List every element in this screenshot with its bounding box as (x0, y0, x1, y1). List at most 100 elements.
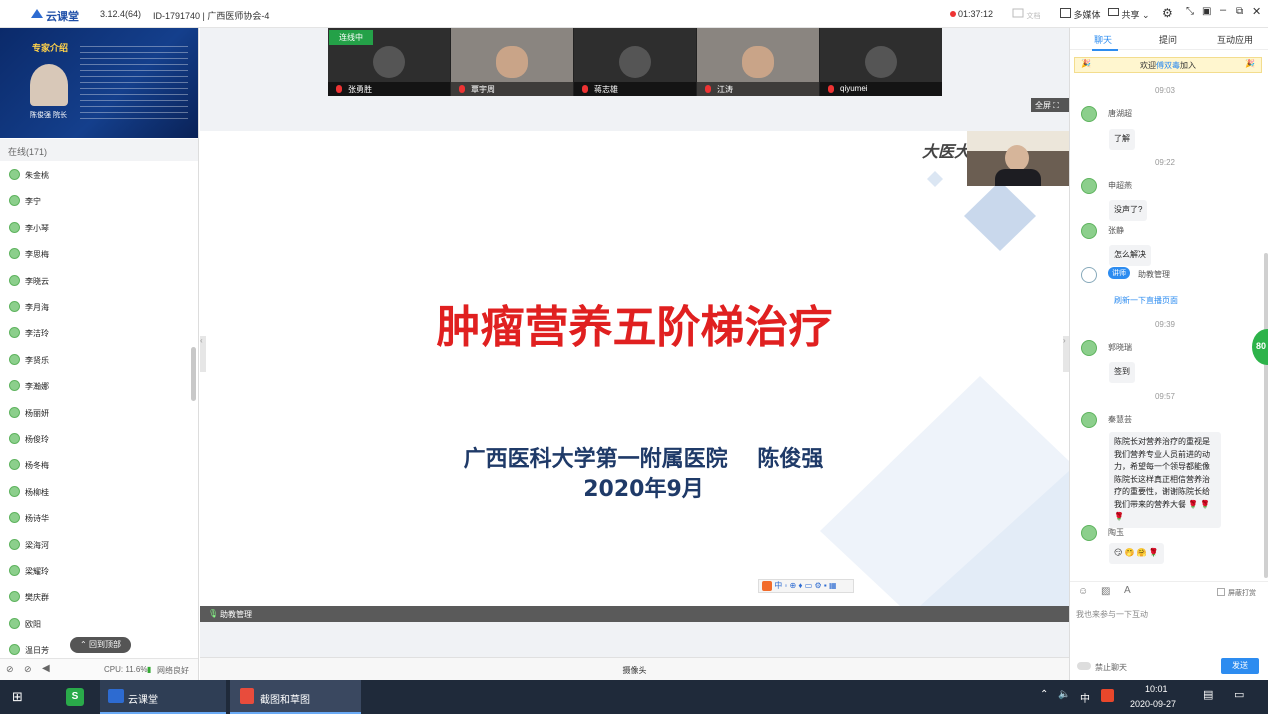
user-name: 李宁 (25, 197, 41, 207)
welcome-suffix: 加入 (1180, 61, 1196, 70)
online-user-item[interactable]: 朱金桃 (0, 163, 190, 189)
windows-start-icon[interactable]: ⊞ (12, 689, 23, 705)
slide-date: 2020年9月 (583, 477, 704, 502)
participant-video-tile[interactable]: 江涛 (697, 28, 819, 96)
shrink-icon[interactable]: ⤡ (1186, 6, 1194, 17)
send-button[interactable]: 发送 (1221, 658, 1259, 674)
online-user-item[interactable]: 李贤乐 (0, 348, 190, 374)
online-user-item[interactable]: 李月海 (0, 295, 190, 321)
slide-decor (820, 171, 1069, 606)
online-user-item[interactable]: 李宁 (0, 189, 190, 215)
user-name: 杨丽妍 (25, 408, 49, 418)
chat-sender-name: 申超燕 (1108, 181, 1132, 190)
chat-scrollbar[interactable] (1264, 253, 1268, 578)
mic-off-icon[interactable]: ⊘ (6, 664, 14, 675)
online-user-item[interactable]: 梁耀玲 (0, 559, 190, 585)
action-center-icon[interactable]: ▭ (1234, 688, 1244, 701)
mic-muted-icon (336, 85, 342, 93)
participant-video (496, 46, 528, 78)
online-user-item[interactable]: 梁海河 (0, 533, 190, 559)
chat-tab[interactable]: 互动应用 (1217, 33, 1253, 46)
close-icon[interactable]: ✕ (1252, 5, 1261, 18)
chat-avatar-icon (1081, 412, 1097, 428)
ban-chat-toggle[interactable] (1077, 662, 1091, 670)
gear-icon[interactable]: ⚙ (1162, 6, 1173, 20)
volume-icon[interactable]: 🔈 (1058, 689, 1070, 700)
online-user-item[interactable]: 李瀚娜 (0, 374, 190, 400)
online-user-item[interactable]: 杨柳桂 (0, 480, 190, 506)
user-placeholder-icon (865, 46, 897, 78)
version-label: 3.12.4(64) (100, 9, 142, 19)
participant-name: qiyumei (820, 82, 942, 96)
emoji-icon[interactable]: ☺ (1078, 586, 1088, 597)
arrow-up-icon: ⌃ (80, 640, 87, 649)
wps-icon[interactable]: S (66, 688, 84, 706)
snip-icon (240, 688, 254, 704)
pip-icon[interactable]: ▣ (1202, 6, 1211, 17)
fullscreen-button[interactable]: 全屏 ⛶ (1031, 98, 1069, 112)
user-list-scrollbar[interactable] (191, 347, 196, 401)
chat-avatar-icon (1081, 340, 1097, 356)
shield-checkbox[interactable] (1217, 588, 1225, 596)
chat-message-bubble: 了解 (1109, 129, 1135, 150)
online-user-item[interactable]: 李洁玲 (0, 321, 190, 347)
chat-panel: 聊天 提问 互动应用 🎉 欢迎傅双毒加入 🎉 09:03 唐湖超 了解 09:22 申超燕没… (1069, 28, 1268, 680)
image-icon[interactable]: ▨ (1101, 586, 1110, 597)
yunketang-icon (108, 689, 124, 703)
back-to-top-button[interactable]: ⌃ 回到顶部 (70, 637, 131, 653)
font-icon[interactable]: A (1124, 585, 1131, 596)
shield-label: 屏蔽打赏 (1228, 590, 1256, 597)
online-user-item[interactable]: 李思梅 (0, 242, 190, 268)
online-user-item[interactable]: 樊庆群 (0, 585, 190, 611)
chat-input[interactable]: 我也来参与一下互动 (1076, 609, 1262, 649)
mic-mute-icon[interactable]: ⊘ (24, 664, 32, 675)
ime-label[interactable]: 中 (1080, 690, 1090, 705)
chat-sender-name: 陶玉 (1108, 528, 1124, 537)
ban-chat-label: 禁止聊天 (1095, 663, 1127, 672)
chat-message-bubble: 怎么解决 (1109, 245, 1151, 266)
tray-chevron-icon[interactable]: ⌃ (1040, 689, 1048, 700)
doc-button[interactable]: 文档 (1012, 7, 1041, 21)
speaker-icon[interactable]: ◀ (42, 663, 50, 674)
share-button[interactable]: 共享 ⌄ (1108, 8, 1150, 21)
collapse-left-handle[interactable]: ‹ (200, 336, 206, 372)
online-user-item[interactable]: 杨俊玲 (0, 427, 190, 453)
chat-timestamp: 09:22 (1154, 158, 1176, 167)
party-icon: 🎉 (1081, 59, 1091, 68)
share-label: 共享 (1121, 10, 1140, 20)
media-button[interactable]: 多媒体 (1060, 8, 1101, 21)
user-name: 李小琴 (25, 223, 49, 233)
online-user-item[interactable]: 李晓云 (0, 269, 190, 295)
app-name: 云课堂 (46, 11, 79, 23)
online-user-item[interactable]: 杨丽妍 (0, 401, 190, 427)
online-user-item[interactable]: 杨冬梅 (0, 453, 190, 479)
online-user-item[interactable]: 欧阳 (0, 612, 190, 638)
chat-avatar-icon (1081, 106, 1097, 122)
video-strip: 张勇胜 覃宇周 蒋志雄 江涛 qiyumei (328, 28, 942, 96)
chat-message-bubble: 签到 (1109, 362, 1135, 383)
user-avatar-icon (9, 195, 20, 207)
online-user-item[interactable]: 李小琴 (0, 216, 190, 242)
maximize-icon[interactable]: ⧉ (1236, 6, 1243, 17)
participant-video-tile[interactable]: 覃宇周 (451, 28, 573, 96)
camera-label: 摄像头 (622, 666, 647, 675)
taskbar-app-yunketang[interactable]: 云课堂 (100, 680, 226, 714)
participant-video (742, 46, 774, 78)
sogou-icon[interactable] (1101, 689, 1114, 702)
speaker-photo (30, 64, 68, 106)
user-avatar-icon (9, 591, 20, 603)
slide-corner-text: 大医大 (922, 142, 971, 161)
room-id-label: ID-1791740 | 广西医师协会-4 (153, 11, 270, 21)
minimize-icon[interactable]: – (1220, 4, 1226, 16)
chat-tab[interactable]: 聊天 (1094, 33, 1112, 46)
user-avatar-icon (9, 327, 20, 339)
participant-video-tile[interactable]: 蒋志雄 (574, 28, 696, 96)
notification-icon[interactable]: ▤ (1203, 688, 1213, 701)
online-user-item[interactable]: 杨诗华 (0, 506, 190, 532)
chat-tab[interactable]: 提问 (1159, 33, 1177, 46)
chat-message-bubble: 陈院长对营养治疗的重视是我们营养专业人员前进的动力，希望每一个领导都能像陈院长这… (1109, 432, 1221, 528)
participant-video-tile[interactable]: qiyumei (820, 28, 942, 96)
chat-sender-name: 秦慧芸 (1108, 415, 1132, 424)
taskbar-app-snip[interactable]: 截图和草图 (230, 680, 361, 714)
camera-bar[interactable]: 摄像头 (200, 657, 1069, 680)
